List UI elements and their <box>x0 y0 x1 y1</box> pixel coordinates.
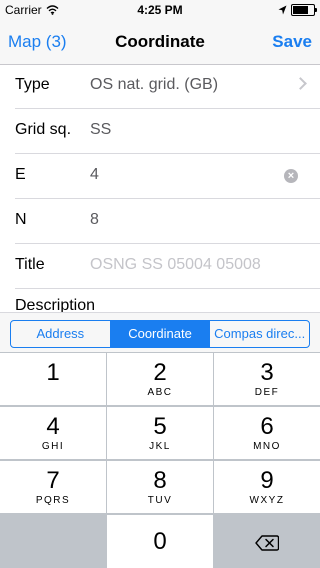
key-7[interactable]: 7 PQRS <box>0 461 106 513</box>
grid-square-field[interactable]: SS <box>90 121 111 139</box>
key-digit: 7 <box>46 467 60 494</box>
type-label: Type <box>15 76 50 93</box>
key-digit: 5 <box>153 413 167 440</box>
key-letters: TUV <box>147 495 173 506</box>
easting-field[interactable]: 4 <box>90 166 99 184</box>
description-row: Description <box>15 289 320 312</box>
input-mode-bar: Address Coordinate Compas direc... <box>0 312 320 353</box>
segment-coordinate[interactable]: Coordinate <box>110 321 211 347</box>
northing-row: N 8 <box>15 199 320 244</box>
key-8[interactable]: 8 TUV <box>107 461 213 513</box>
battery-level <box>293 6 308 14</box>
easting-label: E <box>15 166 26 183</box>
status-time: 4:25 PM <box>137 3 183 17</box>
key-letters: PQRS <box>35 495 71 506</box>
back-button[interactable]: Map (3) <box>8 32 67 52</box>
northing-label: N <box>15 211 27 228</box>
segment-compass-direction[interactable]: Compas direc... <box>210 321 309 347</box>
key-digit: 6 <box>260 413 274 440</box>
grid-square-row: Grid sq. SS <box>15 109 320 154</box>
numeric-keypad: 1 2 ABC 3 DEF 4 GHI 5 JKL 6 MNO 7 PQRS 8… <box>0 352 320 568</box>
key-digit: 1 <box>46 359 60 386</box>
title-label: Title <box>15 256 45 273</box>
clear-icon[interactable]: × <box>284 169 298 183</box>
key-0[interactable]: 0 <box>107 515 213 568</box>
key-digit: 9 <box>260 467 274 494</box>
easting-row: E 4 × <box>15 154 320 199</box>
key-9[interactable]: 9 WXYZ <box>214 461 320 513</box>
key-letters: MNO <box>253 441 281 452</box>
key-5[interactable]: 5 JKL <box>107 407 213 459</box>
status-bar: Carrier 4:25 PM <box>0 0 320 20</box>
key-letters: GHI <box>41 441 65 452</box>
key-digit: 4 <box>46 413 60 440</box>
key-letters: JKL <box>149 441 171 452</box>
status-bar-right <box>278 4 317 16</box>
title-row: Title OSNG SS 05004 05008 <box>15 244 320 289</box>
type-row[interactable]: Type OS nat. grid. (GB) <box>15 64 320 109</box>
coordinate-form: Type OS nat. grid. (GB) Grid sq. SS E 4 … <box>0 64 320 312</box>
key-4[interactable]: 4 GHI <box>0 407 106 459</box>
navigation-bar: Map (3) Coordinate Save <box>0 20 320 65</box>
chevron-right-icon <box>294 77 307 90</box>
battery-icon <box>291 4 317 16</box>
delete-key[interactable] <box>214 515 320 568</box>
grid-square-label: Grid sq. <box>15 121 72 138</box>
key-3[interactable]: 3 DEF <box>214 353 320 405</box>
key-letters: WXYZ <box>249 495 285 506</box>
input-mode-segmented-control: Address Coordinate Compas direc... <box>10 320 310 348</box>
key-digit: 8 <box>153 467 167 494</box>
key-digit: 2 <box>153 359 167 386</box>
key-letters: ABC <box>147 387 173 398</box>
backspace-icon <box>255 535 279 551</box>
key-letters: DEF <box>254 387 280 398</box>
key-6[interactable]: 6 MNO <box>214 407 320 459</box>
northing-field[interactable]: 8 <box>90 211 99 229</box>
location-arrow-icon <box>278 5 287 15</box>
key-digit: 3 <box>260 359 274 386</box>
key-digit: 0 <box>153 528 167 555</box>
save-button[interactable]: Save <box>272 32 312 52</box>
type-value: OS nat. grid. (GB) <box>90 76 219 93</box>
title-field[interactable]: OSNG SS 05004 05008 <box>90 256 261 274</box>
segment-address[interactable]: Address <box>11 321 111 347</box>
description-label: Description <box>15 297 96 312</box>
key-2[interactable]: 2 ABC <box>107 353 213 405</box>
key-1[interactable]: 1 <box>0 353 106 405</box>
